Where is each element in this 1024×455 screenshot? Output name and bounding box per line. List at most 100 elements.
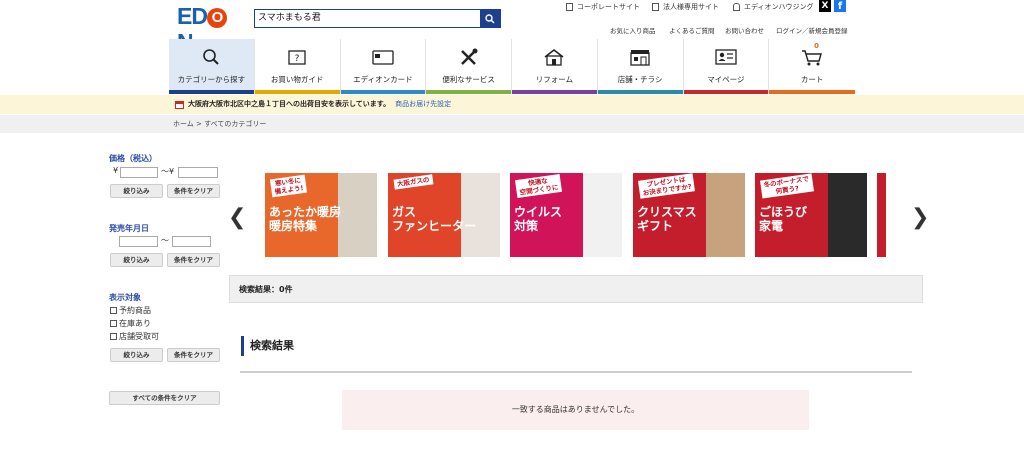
- release-from-input[interactable]: [119, 236, 158, 247]
- option-reserve[interactable]: 予約商品: [110, 305, 151, 316]
- nav-label: 店舗・チラシ: [617, 75, 663, 84]
- nav-stores[interactable]: 店舗・チラシ: [597, 39, 684, 94]
- price-max-input[interactable]: [178, 167, 218, 178]
- breadcrumb-bar: [0, 115, 1024, 133]
- display-narrow-button[interactable]: 絞り込み: [110, 348, 163, 362]
- nav-label: お買い物ガイド: [270, 75, 324, 84]
- delivery-notice: 大阪府大阪市北区中之島１丁目への出荷目安を表示しています。 商品お届け先設定: [175, 99, 451, 109]
- building-icon: [566, 3, 573, 11]
- price-narrow-button[interactable]: 絞り込み: [110, 184, 163, 198]
- banner-title: クリスマス ギフト: [637, 205, 697, 233]
- corporate-site-link[interactable]: コーポレートサイト: [566, 1, 640, 13]
- logo-o: O: [206, 8, 227, 28]
- no-results-message: 一致する商品はありませんでした。: [342, 390, 809, 430]
- facebook-icon[interactable]: f: [834, 0, 846, 12]
- corporate-site-label: コーポレートサイト: [577, 3, 640, 11]
- banner-reward[interactable]: 冬のボーナスで 何買う? ごほうび 家電: [755, 173, 867, 257]
- checkbox[interactable]: [110, 333, 117, 340]
- banner-christmas[interactable]: プレゼントは お決まりですか? クリスマス ギフト: [633, 173, 745, 257]
- breadcrumb-separator: >: [196, 120, 202, 128]
- nav-color-bar: [512, 90, 597, 94]
- cart-icon: 0: [801, 42, 823, 66]
- banner-gas-heater[interactable]: 大阪ガスの ガス ファンヒーター: [388, 173, 500, 257]
- nav-color-bar: [769, 90, 855, 94]
- option-in-stock-label: 在庫あり: [119, 319, 151, 328]
- faq-link[interactable]: よくあるご質問: [669, 25, 715, 35]
- search-input[interactable]: [258, 10, 478, 27]
- nav-label: マイページ: [707, 75, 745, 84]
- nav-reform[interactable]: リフォーム: [512, 39, 598, 94]
- carousel-prev-arrow[interactable]: ❮: [228, 205, 246, 230]
- profile-icon: [715, 48, 737, 66]
- nav-color-bar: [254, 90, 340, 94]
- delivery-address-link[interactable]: 商品お届け先設定: [395, 99, 451, 109]
- nav-mypage[interactable]: マイページ: [683, 39, 770, 94]
- breadcrumb-home[interactable]: ホーム: [173, 120, 194, 128]
- nav-label: 便利なサービス: [442, 75, 495, 84]
- calendar-icon: [175, 100, 184, 109]
- housing-site-label: エディオンハウジング: [744, 3, 814, 11]
- carousel-next-arrow[interactable]: ❯: [911, 205, 929, 230]
- clear-all-conditions-button[interactable]: すべての条件をクリア: [109, 391, 220, 405]
- search-icon: [485, 13, 495, 24]
- yen-label: ¥: [113, 166, 119, 175]
- release-narrow-button[interactable]: 絞り込み: [110, 253, 163, 267]
- housing-site-link[interactable]: エディオンハウジング: [733, 1, 814, 13]
- contact-link[interactable]: お問い合わせ: [725, 25, 764, 35]
- banner-partial[interactable]: [877, 173, 886, 257]
- notice-text: 大阪府大阪市北区中之島１丁目への出荷目安を表示しています。: [188, 100, 391, 108]
- svg-text:?: ?: [295, 54, 300, 64]
- banner-photo: [705, 173, 745, 257]
- card-icon: [372, 48, 394, 66]
- nav-color-bar: [683, 90, 769, 94]
- breadcrumb-current: すべてのカテゴリー: [204, 120, 267, 128]
- favorites-link[interactable]: お気に入り商品: [610, 25, 656, 35]
- banner-title: ガス ファンヒーター: [392, 205, 477, 233]
- edion-logo[interactable]: EDON: [177, 3, 237, 55]
- nav-category[interactable]: カテゴリーから探す: [169, 39, 255, 94]
- nav-label: リフォーム: [535, 75, 574, 84]
- nav-color-bar: [597, 90, 683, 94]
- nav-color-bar: [426, 90, 511, 94]
- search-button[interactable]: [480, 10, 500, 27]
- checkbox[interactable]: [110, 320, 117, 327]
- display-clear-button[interactable]: 条件をクリア: [167, 348, 220, 362]
- x-social-icon[interactable]: X: [819, 0, 831, 12]
- banner-virus[interactable]: 快適な 空間づくりに ウイルス 対策: [510, 173, 622, 257]
- breadcrumb: ホーム > すべてのカテゴリー: [173, 119, 266, 129]
- option-in-stock[interactable]: 在庫あり: [110, 318, 151, 329]
- option-reserve-label: 予約商品: [119, 306, 151, 315]
- search-bar: [254, 9, 501, 28]
- search-icon: [200, 48, 222, 66]
- guide-icon: ?: [286, 48, 308, 66]
- cart-count-badge: 0: [814, 42, 819, 50]
- nav-label: カテゴリーから探す: [177, 75, 246, 84]
- nav-guide[interactable]: ? お買い物ガイド: [254, 39, 341, 94]
- price-min-input[interactable]: [120, 167, 158, 178]
- option-store-pickup[interactable]: 店舗受取可: [110, 331, 159, 342]
- results-divider: [240, 371, 912, 373]
- nav-card[interactable]: エディオンカード: [340, 39, 427, 94]
- price-filter-title: 価格（税込）: [109, 154, 157, 163]
- nav-services[interactable]: 便利なサービス: [426, 39, 512, 94]
- logo-text: ED: [177, 3, 208, 29]
- release-to-input[interactable]: [172, 236, 211, 247]
- release-date-title: 発売年月日: [109, 224, 149, 233]
- nav-label: エディオンカード: [353, 75, 413, 84]
- main-nav: カテゴリーから探す ? お買い物ガイド エディオンカード 便利なサービス リフォ…: [169, 39, 855, 94]
- banner-title: ウイルス 対策: [514, 205, 563, 233]
- tilde-yen-label: 〜¥: [161, 167, 175, 176]
- business-site-link[interactable]: 法人様専用サイト: [652, 1, 719, 13]
- result-count: 検索結果：0件: [239, 285, 293, 294]
- result-count-bar: [229, 275, 923, 303]
- checkbox[interactable]: [110, 307, 117, 314]
- release-clear-button[interactable]: 条件をクリア: [167, 253, 220, 267]
- banner-heating[interactable]: 寒い冬に 備えよう! あったか暖房 暖房特集: [265, 173, 377, 257]
- house-icon: [733, 3, 740, 11]
- house-icon: [543, 48, 565, 66]
- login-link[interactable]: ログイン／新規会員登録: [776, 25, 848, 35]
- option-store-pickup-label: 店舗受取可: [119, 332, 159, 341]
- nav-cart[interactable]: 0 カート: [769, 39, 855, 94]
- building-icon: [652, 3, 659, 11]
- price-clear-button[interactable]: 条件をクリア: [167, 184, 220, 198]
